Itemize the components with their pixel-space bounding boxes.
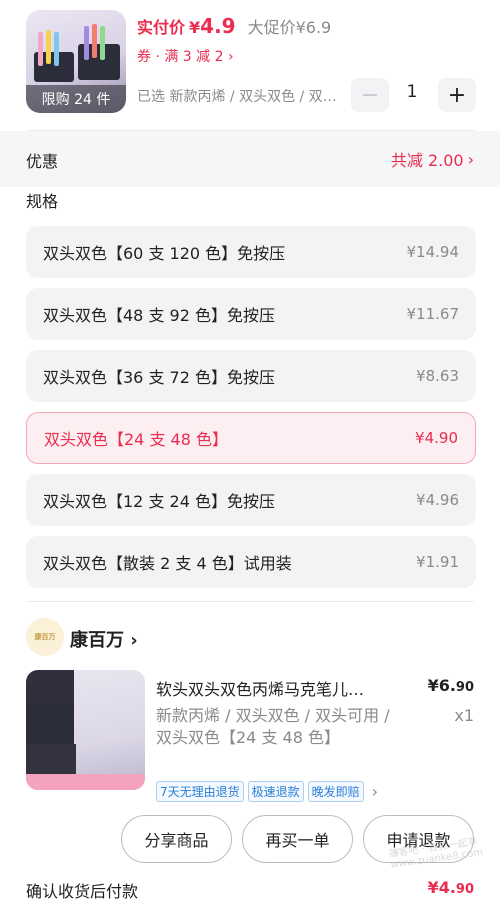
spec-option-selected[interactable]: 双头双色【24 支 48 色】 ¥4.90 <box>26 412 476 464</box>
spec-option-name: 双头双色【60 支 120 色】免按压 <box>43 244 286 263</box>
marker-box <box>26 744 76 774</box>
spec-option[interactable]: 双头双色【48 支 92 色】免按压 ¥11.67 <box>26 288 476 340</box>
share-product-button[interactable]: 分享商品 <box>121 815 232 863</box>
spec-option-price: ¥1.91 <box>416 553 459 571</box>
marker-pen <box>84 26 89 60</box>
order-item-variant: 新款丙烯 / 双头双色 / 双头可用 / 双头双色【24 支 48 色】 <box>156 706 390 747</box>
shop-logo-text: 康百万 <box>34 633 56 641</box>
discount-value[interactable]: 共减 2.00 › <box>391 147 474 171</box>
order-item-quantity: x1 <box>454 706 474 725</box>
marker-pen <box>92 24 97 58</box>
spec-option-price: ¥4.90 <box>415 429 458 447</box>
marker-box <box>26 670 74 704</box>
service-tag: 晚发即赔 <box>307 781 364 802</box>
order-item-thumbnail[interactable] <box>26 670 145 790</box>
spec-option-list: 双头双色【60 支 120 色】免按压 ¥14.94 双头双色【48 支 92 … <box>26 226 476 598</box>
chevron-right-icon: › <box>467 149 474 169</box>
shop-name-link[interactable]: 康百万 › <box>70 626 138 652</box>
coupon-link[interactable]: 券 · 满 3 减 2 › <box>137 46 234 66</box>
rebuy-button[interactable]: 再买一单 <box>242 815 353 863</box>
spec-option-price: ¥14.94 <box>406 243 460 261</box>
service-tag: 7天无理由退货 <box>156 781 244 802</box>
discount-label: 优惠 <box>26 152 59 171</box>
marker-pen <box>38 32 43 66</box>
price-row: 实付价 ¥4.9 大促价¥6.9 <box>137 14 331 42</box>
limit-badge: 限购 24 件 <box>26 85 126 113</box>
spec-title: 规格 <box>26 192 59 211</box>
payment-note: 确认收货后付款 <box>26 882 139 901</box>
order-item-price: ¥6.90 <box>427 676 474 695</box>
marker-pen <box>46 30 51 64</box>
marker-pen <box>100 26 105 60</box>
spec-option[interactable]: 双头双色【60 支 120 色】免按压 ¥14.94 <box>26 226 476 278</box>
spec-option[interactable]: 双头双色【12 支 24 色】免按压 ¥4.96 <box>26 474 476 526</box>
divider <box>26 601 474 602</box>
product-thumbnail[interactable]: 限购 24 件 <box>26 10 126 113</box>
spec-option-name: 双头双色【36 支 72 色】免按压 <box>43 368 275 387</box>
spec-option-name: 双头双色【散装 2 支 4 色】试用装 <box>43 554 292 573</box>
spec-option-price: ¥8.63 <box>416 367 459 385</box>
spec-option[interactable]: 双头双色【36 支 72 色】免按压 ¥8.63 <box>26 350 476 402</box>
quantity-minus-button[interactable]: − <box>351 78 389 112</box>
marker-pen <box>54 32 59 66</box>
chevron-right-icon[interactable]: › <box>372 782 378 801</box>
marker-pen <box>26 774 145 790</box>
order-item-title[interactable]: 软头双头双色丙烯马克笔儿… <box>156 676 406 700</box>
shop-logo[interactable]: 康百万 <box>26 618 64 656</box>
price-label: 实付价 <box>137 18 186 37</box>
spec-option-price: ¥4.96 <box>416 491 459 509</box>
price-value: ¥4.9 <box>189 14 236 38</box>
quantity-value[interactable]: 1 <box>392 82 432 102</box>
spec-option-price: ¥11.67 <box>406 305 460 323</box>
spec-option-name: 双头双色【12 支 24 色】免按压 <box>43 492 275 511</box>
marker-box <box>26 704 74 744</box>
selected-spec-summary: 已选 新款丙烯 / 双头双色 / 双… <box>137 89 337 105</box>
payment-amount: ¥4.90 <box>427 878 474 897</box>
service-tag: 极速退款 <box>247 781 304 802</box>
quantity-plus-button[interactable]: + <box>438 78 476 112</box>
service-tags[interactable]: 7天无理由退货 极速退款 晚发即赔 › <box>156 781 378 802</box>
spec-option-name: 双头双色【48 支 92 色】免按压 <box>43 306 275 325</box>
spec-option-name: 双头双色【24 支 48 色】 <box>44 430 228 449</box>
spec-option[interactable]: 双头双色【散装 2 支 4 色】试用装 ¥1.91 <box>26 536 476 588</box>
promo-price: 大促价¥6.9 <box>247 18 332 37</box>
